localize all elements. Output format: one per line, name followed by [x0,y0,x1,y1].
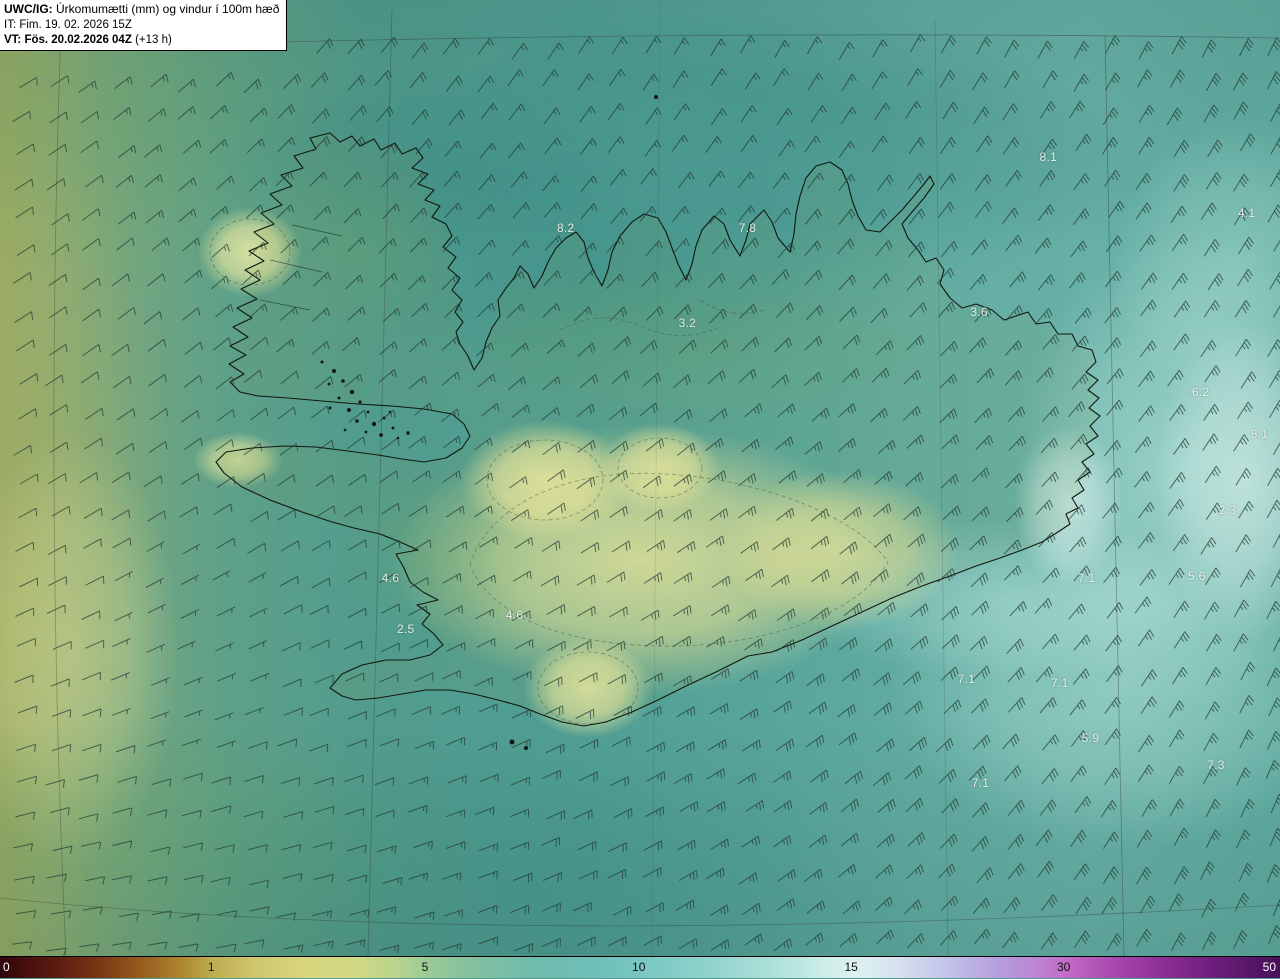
valid-offset: (+13 h) [135,33,172,46]
init-time-line: IT: Fim. 19. 02. 2026 15Z [4,18,279,33]
colorbar-tick: 15 [844,960,858,974]
valid-value: Fös. 20.02.2026 04Z [24,33,132,46]
colorbar-tick: 30 [1056,960,1071,974]
colorbar-tick: 0 [3,960,10,974]
colorbar-tick: 10 [632,960,646,974]
init-label: IT: [4,18,17,31]
valid-time-line: VT: Fös. 20.02.2026 04Z (+13 h) [4,33,279,48]
weather-map-screen: 8.1 8.2 7.8 4.1 3.2 3.6 6.2 8.1 2.3 4.6 7.1 5.6 4.6 2… [0,0,1280,978]
precip-colorbar: 0 1 5 10 15 30 50 [0,956,1280,978]
source-label: UWC/IG: [4,2,53,16]
weather-map-canvas [0,0,1280,956]
map-title: Úrkomumætti (mm) og vindur í 100m hæð [56,2,280,16]
map-title-box: UWC/IG: Úrkomumætti (mm) og vindur í 100… [0,0,288,52]
map-area: 8.1 8.2 7.8 4.1 3.2 3.6 6.2 8.1 2.3 4.6 7.1 5.6 4.6 2… [0,0,1280,956]
colorbar-tick: 50 [1262,960,1276,974]
map-title-line: UWC/IG: Úrkomumætti (mm) og vindur í 100… [4,2,279,18]
init-value: Fim. 19. 02. 2026 15Z [19,18,132,31]
colorbar-tick: 1 [207,960,215,974]
valid-label: VT: [4,33,22,46]
colorbar-tick: 5 [421,960,429,974]
